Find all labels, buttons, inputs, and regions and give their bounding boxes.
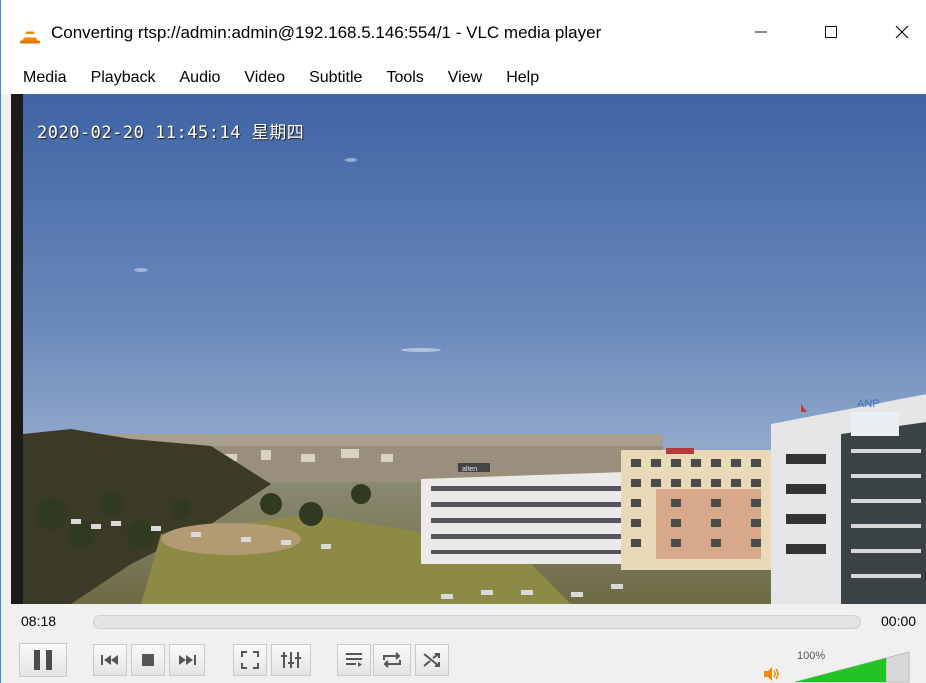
fullscreen-button[interactable] [233,644,267,676]
menu-playback[interactable]: Playback [79,65,168,93]
fullscreen-icon [241,651,259,669]
alten-sign: alten [462,466,477,473]
elapsed-time[interactable]: 08:18 [21,613,56,629]
menu-view[interactable]: View [436,65,494,93]
osd-timestamp: 2020-02-20 11:45:14 星期四 [37,123,305,143]
vlc-window: Converting rtsp://admin:admin@192.168.5.… [0,0,926,683]
seek-row: 08:18 00:00 [1,606,926,636]
volume-icon[interactable] [763,666,781,682]
playlist-icon [345,652,363,668]
menu-subtitle[interactable]: Subtitle [297,65,374,93]
video-display[interactable]: alten ANP 2020-02-20 11:45:14 星期四 [11,94,926,604]
stop-icon [141,653,155,667]
previous-button[interactable] [93,644,127,676]
stop-button[interactable] [131,644,165,676]
volume-percent: 100% [797,650,826,662]
menu-help[interactable]: Help [494,65,551,93]
maximize-button[interactable] [808,14,854,50]
window-title: Converting rtsp://admin:admin@192.168.5.… [51,23,602,42]
menu-bar: Media Playback Audio Video Subtitle Tool… [1,64,926,94]
close-button[interactable] [879,14,925,50]
menu-video[interactable]: Video [232,65,297,93]
menu-tools[interactable]: Tools [374,65,435,93]
previous-icon [100,653,120,667]
loop-button[interactable] [373,644,411,676]
extended-settings-button[interactable] [271,644,311,676]
loop-icon [381,651,403,669]
maximize-icon [824,25,838,39]
random-button[interactable] [415,644,449,676]
anp-sign: ANP [857,398,880,410]
playlist-button[interactable] [337,644,371,676]
menu-media[interactable]: Media [11,65,79,93]
camera-frame: alten ANP [11,94,926,604]
next-button[interactable] [169,644,205,676]
seek-slider[interactable] [93,615,861,629]
minimize-button[interactable] [738,14,784,50]
pause-icon [31,648,55,672]
next-icon [177,653,197,667]
title-bar[interactable]: Converting rtsp://admin:admin@192.168.5.… [1,0,926,64]
random-icon [422,651,442,669]
close-icon [895,25,909,39]
extended-settings-icon [280,651,302,669]
pause-button[interactable] [19,643,67,677]
control-bar: 100% [1,636,926,683]
vlc-cone-icon [19,22,41,44]
minimize-icon [754,25,768,39]
menu-audio[interactable]: Audio [168,65,233,93]
total-time[interactable]: 00:00 [881,613,916,629]
